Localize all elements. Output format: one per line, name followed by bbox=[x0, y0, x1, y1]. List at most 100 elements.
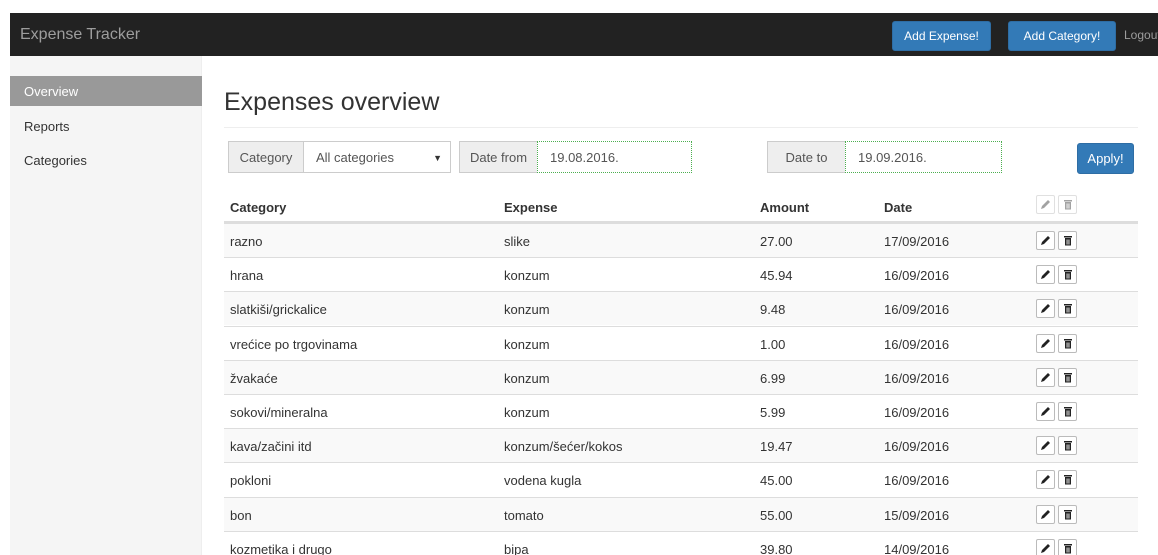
cell-date: 16/09/2016 bbox=[884, 473, 950, 489]
date-to-input[interactable]: 19.09.2016. bbox=[845, 141, 1002, 173]
table-row: pokloni vodena kugla 45.00 16/09/2016 bbox=[224, 462, 1138, 496]
cell-date: 15/09/2016 bbox=[884, 507, 950, 523]
trash-icon[interactable] bbox=[1058, 265, 1077, 285]
row-actions bbox=[1036, 265, 1077, 285]
pencil-icon[interactable] bbox=[1036, 265, 1055, 285]
add-expense-button[interactable]: Add Expense! bbox=[892, 21, 991, 51]
cell-expense: konzum bbox=[504, 268, 550, 284]
cell-amount: 27.00 bbox=[760, 234, 793, 249]
date-to-label: Date to bbox=[767, 141, 846, 173]
date-from-input[interactable]: 19.08.2016. bbox=[537, 141, 692, 173]
cell-expense: konzum bbox=[504, 370, 550, 386]
trash-icon[interactable] bbox=[1058, 231, 1077, 250]
row-actions bbox=[1036, 436, 1077, 456]
cell-date: 16/09/2016 bbox=[884, 405, 950, 420]
cell-amount: 45.94 bbox=[760, 268, 793, 284]
cell-date: 17/09/2016 bbox=[884, 234, 950, 249]
cell-category: slatkiši/grickalice bbox=[230, 302, 327, 318]
sidebar-item-overview[interactable]: Overview bbox=[10, 76, 202, 106]
table-row: žvakaće konzum 6.99 16/09/2016 bbox=[224, 359, 1138, 394]
table-row: razno slike 27.00 17/09/2016 bbox=[224, 223, 1138, 257]
cell-date: 16/09/2016 bbox=[884, 268, 950, 284]
cell-category: pokloni bbox=[230, 473, 272, 489]
row-actions bbox=[1036, 299, 1077, 319]
sidebar-item-label: Overview bbox=[24, 83, 79, 99]
sidebar-item-label: Categories bbox=[24, 152, 87, 168]
cell-date: 14/09/2016 bbox=[884, 541, 950, 555]
cell-amount: 45.00 bbox=[760, 473, 793, 489]
trash-icon[interactable] bbox=[1058, 538, 1077, 555]
trash-icon[interactable] bbox=[1058, 333, 1077, 353]
logout-link[interactable]: Logout bbox=[1124, 28, 1158, 42]
caret-down-icon: ▼ bbox=[433, 153, 442, 163]
cell-amount: 39.80 bbox=[760, 541, 793, 555]
add-category-button[interactable]: Add Category! bbox=[1008, 21, 1116, 51]
cell-date: 16/09/2016 bbox=[884, 439, 950, 455]
category-select-value: All categories bbox=[316, 149, 395, 165]
trash-icon[interactable] bbox=[1058, 367, 1077, 387]
category-select[interactable]: All categories ▼ bbox=[303, 141, 451, 173]
pencil-icon[interactable] bbox=[1036, 436, 1055, 456]
row-actions bbox=[1036, 538, 1077, 555]
row-actions bbox=[1036, 231, 1077, 250]
date-to-value: 19.09.2016. bbox=[858, 149, 927, 165]
table-row: kozmetika i drugo bipa 39.80 14/09/2016 bbox=[224, 530, 1138, 555]
cell-expense: konzum bbox=[504, 405, 550, 420]
cell-expense: slike bbox=[504, 234, 531, 249]
navbar: Expense Tracker Add Expense! Add Categor… bbox=[0, 0, 1158, 56]
trash-icon[interactable] bbox=[1058, 299, 1077, 319]
table-row: kava/začini itd konzum/šećer/kokos 19.47 16… bbox=[224, 428, 1138, 463]
table-row: bon tomato 55.00 15/09/2016 bbox=[224, 496, 1138, 531]
cell-date: 16/09/2016 bbox=[884, 370, 950, 386]
pencil-icon[interactable] bbox=[1036, 470, 1055, 490]
cell-category: žvakaće bbox=[230, 370, 278, 386]
cell-category: bon bbox=[230, 507, 252, 523]
cell-category: hrana bbox=[230, 268, 264, 284]
table-header: Category Expense Amount Date bbox=[224, 190, 1138, 223]
row-actions bbox=[1036, 333, 1077, 353]
row-actions bbox=[1036, 367, 1077, 387]
brand[interactable]: Expense Tracker bbox=[20, 26, 140, 44]
row-actions bbox=[1036, 470, 1077, 490]
pencil-icon[interactable] bbox=[1036, 299, 1055, 319]
apply-button[interactable]: Apply! bbox=[1077, 143, 1134, 174]
table-row: vrećice po trgovinama konzum 1.00 16/09/201… bbox=[224, 325, 1138, 360]
pencil-icon[interactable] bbox=[1036, 504, 1055, 524]
sidebar-item-categories[interactable]: Categories bbox=[10, 145, 202, 175]
sidebar: Overview Reports Categories bbox=[10, 56, 202, 555]
cell-amount: 1.00 bbox=[760, 336, 786, 352]
trash-icon[interactable] bbox=[1058, 504, 1077, 524]
cell-expense: vodena kugla bbox=[504, 473, 582, 489]
cell-category: razno bbox=[230, 234, 263, 249]
date-from-label: Date from bbox=[459, 141, 538, 173]
cell-amount: 19.47 bbox=[760, 439, 793, 455]
pencil-icon[interactable] bbox=[1036, 333, 1055, 353]
column-header-date: Date bbox=[884, 200, 913, 215]
navbar-bar: Expense Tracker Add Expense! Add Categor… bbox=[10, 13, 1158, 56]
table-row: slatkiši/grickalice konzum 9.48 16/09/2016 bbox=[224, 291, 1138, 326]
pencil-icon[interactable] bbox=[1036, 367, 1055, 387]
pencil-icon[interactable] bbox=[1036, 402, 1055, 421]
pencil-icon[interactable] bbox=[1036, 538, 1055, 555]
cell-expense: tomato bbox=[504, 507, 544, 523]
pencil-icon[interactable] bbox=[1036, 231, 1055, 250]
title-divider bbox=[224, 127, 1138, 128]
sidebar-item-label: Reports bbox=[24, 118, 70, 134]
header-actions bbox=[1036, 195, 1077, 214]
cell-amount: 5.99 bbox=[760, 405, 786, 420]
cell-category: kozmetika i drugo bbox=[230, 541, 332, 555]
pencil-icon bbox=[1036, 195, 1055, 214]
cell-amount: 9.48 bbox=[760, 302, 786, 318]
category-filter-label: Category bbox=[228, 141, 304, 173]
trash-icon[interactable] bbox=[1058, 436, 1077, 456]
cell-date: 16/09/2016 bbox=[884, 302, 950, 318]
trash-icon[interactable] bbox=[1058, 402, 1077, 421]
column-header-category: Category bbox=[230, 200, 287, 215]
row-actions bbox=[1036, 504, 1077, 524]
sidebar-item-reports[interactable]: Reports bbox=[10, 111, 202, 141]
date-from-value: 19.08.2016. bbox=[550, 149, 619, 165]
trash-icon bbox=[1058, 195, 1077, 214]
table-row: sokovi/mineralna konzum 5.99 16/09/2016 bbox=[224, 394, 1138, 428]
trash-icon[interactable] bbox=[1058, 470, 1077, 490]
cell-expense: konzum bbox=[504, 302, 550, 318]
